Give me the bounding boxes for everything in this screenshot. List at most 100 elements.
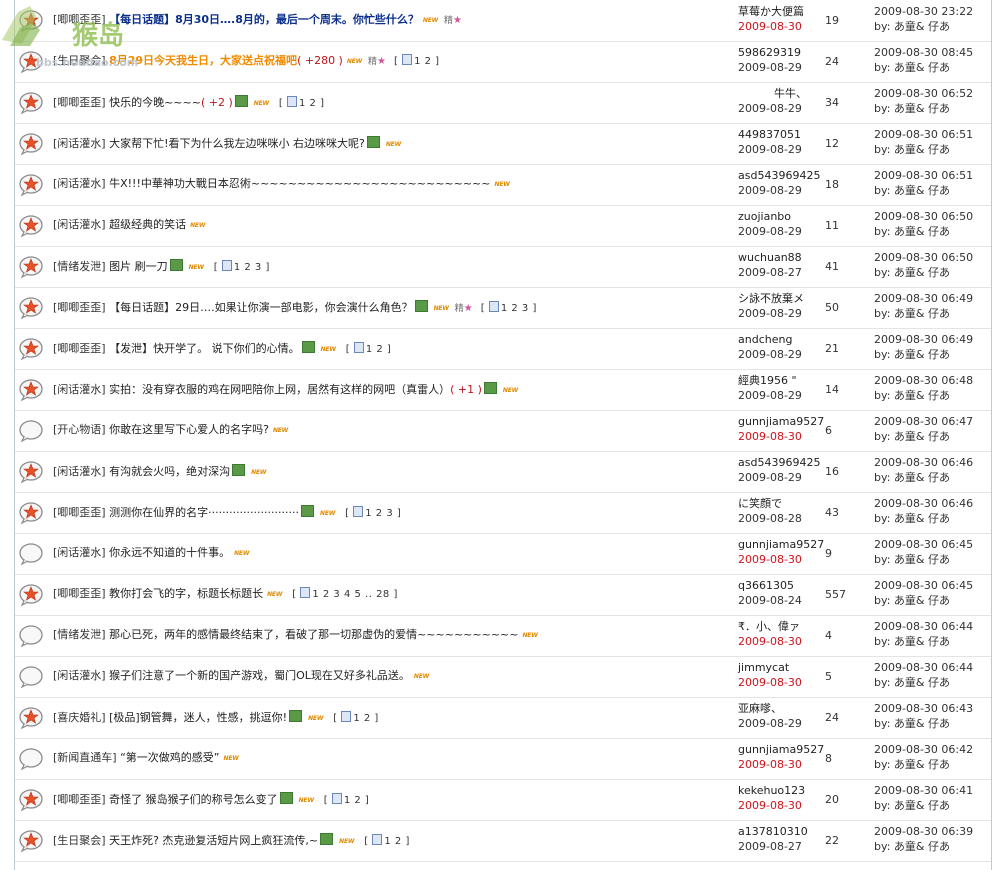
last-post[interactable]: 2009-08-30 06:41 by: あ童& 仔あ [874, 783, 973, 813]
thread-category-link[interactable]: [唧唧歪歪] [53, 96, 106, 109]
last-post-user[interactable]: by: あ童& 仔あ [874, 552, 973, 567]
author-name-link[interactable]: gunnjiama9527 [738, 414, 830, 429]
thread-row[interactable]: [闲话灌水] 超级经典的笑话 NEW zuojianbo 2009-08-29 11 20… [15, 205, 991, 247]
thread-pagination[interactable]: [ 1 2 3 ] [345, 506, 401, 519]
thread-subject-link[interactable]: “第一次做鸡的感受” [120, 751, 219, 764]
thread-row[interactable]: [唧唧歪歪] 【每日话题】8月30日….8月的，最后一个周末。你忙些什么？ NEW… [15, 0, 991, 42]
last-post-user[interactable]: by: あ童& 仔あ [874, 839, 973, 854]
last-post-user[interactable]: by: あ童& 仔あ [874, 265, 973, 280]
thread-row[interactable]: [新闻直通车] “第一次做鸡的感受” NEW gunnjiama9527 2009-0… [15, 738, 991, 780]
thread-subject-link[interactable]: 【每日话题】29日….如果让你演一部电影，你会演什么角色？ [109, 301, 413, 314]
thread-row[interactable]: [开心物语] 你敢在这里写下心爱人的名字吗? NEW gunnjiama9527 20… [15, 410, 991, 452]
thread-category-link[interactable]: [闲话灌水] [53, 383, 106, 396]
last-post-user[interactable]: by: あ童& 仔あ [874, 183, 973, 198]
thread-row[interactable]: [唧唧歪歪] 【每日话题】29日….如果让你演一部电影，你会演什么角色？ NEW 精… [15, 287, 991, 329]
thread-subject-link[interactable]: 奇怪了 猴岛猴子们的称号怎么变了 [109, 793, 278, 806]
last-post-user[interactable]: by: あ童& 仔あ [874, 593, 973, 608]
thread-subject-link[interactable]: 超级经典的笑话 [109, 218, 186, 231]
author-name-link[interactable]: ₹．小、偉ァ [738, 619, 830, 634]
page-links[interactable]: 1 2 [299, 98, 316, 109]
last-post-time[interactable]: 2009-08-30 06:49 [874, 291, 973, 306]
last-post[interactable]: 2009-08-30 06:51 by: あ童& 仔あ [874, 127, 973, 157]
thread-category-link[interactable]: [情绪发泄] [53, 260, 106, 273]
last-post-time[interactable]: 2009-08-30 06:46 [874, 455, 973, 470]
last-post[interactable]: 2009-08-30 06:51 by: あ童& 仔あ [874, 168, 973, 198]
last-post-user[interactable]: by: あ童& 仔あ [874, 101, 973, 116]
author-name-link[interactable]: zuojianbo [738, 209, 830, 224]
last-post-user[interactable]: by: あ童& 仔あ [874, 634, 973, 649]
last-post-time[interactable]: 2009-08-30 23:22 [874, 4, 973, 19]
last-post-user[interactable]: by: あ童& 仔あ [874, 716, 973, 731]
thread-row[interactable]: [唧唧歪歪] 快乐的今晚~~~~( +2 ) NEW[ 1 2 ] 牛牛、 2009-… [15, 82, 991, 124]
thread-category-link[interactable]: [闲话灌水] [53, 465, 106, 478]
thread-category-link[interactable]: [闲话灌水] [53, 546, 106, 559]
last-post-time[interactable]: 2009-08-30 06:44 [874, 660, 973, 675]
thread-category-link[interactable]: [唧唧歪歪] [53, 793, 106, 806]
last-post[interactable]: 2009-08-30 06:44 by: あ童& 仔あ [874, 660, 973, 690]
last-post[interactable]: 2009-08-30 06:39 by: あ童& 仔あ [874, 824, 973, 854]
author-name-link[interactable]: jimmycat [738, 660, 830, 675]
last-post-time[interactable]: 2009-08-30 06:51 [874, 127, 973, 142]
thread-row[interactable]: [喜庆婚礼] [极品]钢管舞，迷人，性感，挑逗你! NEW[ 1 2 ] 亚麻嗲、 2… [15, 697, 991, 739]
page-links[interactable]: 1 2 [366, 344, 383, 355]
last-post[interactable]: 2009-08-30 06:49 by: あ童& 仔あ [874, 332, 973, 362]
thread-row[interactable]: [闲话灌水] 猴子们注意了一个新的国产游戏，蜀门OL现在又好多礼品送。 NEW ji… [15, 656, 991, 698]
last-post-time[interactable]: 2009-08-30 06:39 [874, 824, 973, 839]
last-post[interactable]: 2009-08-30 06:50 by: あ童& 仔あ [874, 250, 973, 280]
thread-row[interactable]: [唧唧歪歪] 测测你在仙界的名字························… [15, 492, 991, 534]
last-post-user[interactable]: by: あ童& 仔あ [874, 388, 973, 403]
thread-row[interactable]: [闲话灌水] 有沟就会火吗，绝对深沟 NEW asd543969425 2009-08… [15, 451, 991, 493]
thread-subject-link[interactable]: 图片 刷一刀 [109, 260, 168, 273]
thread-subject-link[interactable]: 实拍：没有穿衣服的鸡在网吧陪你上网，居然有这样的网吧（真雷人） [109, 383, 450, 396]
last-post[interactable]: 2009-08-30 06:45 by: あ童& 仔あ [874, 537, 973, 567]
last-post-time[interactable]: 2009-08-30 06:45 [874, 578, 973, 593]
page-links[interactable]: 1 2 [353, 713, 370, 724]
thread-row[interactable]: [闲话灌水] 实拍：没有穿衣服的鸡在网吧陪你上网，居然有这样的网吧（真雷人）( … [15, 369, 991, 411]
last-post-user[interactable]: by: あ童& 仔あ [874, 511, 973, 526]
author-name-link[interactable]: kekehuo123 [738, 783, 830, 798]
thread-category-link[interactable]: [唧唧歪歪] [53, 506, 106, 519]
last-post[interactable]: 2009-08-30 06:43 by: あ童& 仔あ [874, 701, 973, 731]
last-post-user[interactable]: by: あ童& 仔あ [874, 142, 973, 157]
author-name-link[interactable]: gunnjiama9527 [738, 537, 830, 552]
thread-subject-link[interactable]: 猴子们注意了一个新的国产游戏，蜀门OL现在又好多礼品送。 [109, 669, 410, 682]
last-post-time[interactable]: 2009-08-30 06:44 [874, 619, 973, 634]
thread-row[interactable]: [生日聚会] 8月29日今天我生日，大家送点祝福吧( +280 ) NEW 精★[ … [15, 41, 991, 83]
last-post[interactable]: 2009-08-30 06:50 by: あ童& 仔あ [874, 209, 973, 239]
last-post-time[interactable]: 2009-08-30 06:50 [874, 209, 973, 224]
last-post-time[interactable]: 2009-08-30 06:42 [874, 742, 973, 757]
last-post-user[interactable]: by: あ童& 仔あ [874, 470, 973, 485]
thread-subject-link[interactable]: 你敢在这里写下心爱人的名字吗? [109, 423, 269, 436]
last-post-user[interactable]: by: あ童& 仔あ [874, 675, 973, 690]
thread-row[interactable]: [情绪发泄] 那心已死，两年的感情最终结束了，看破了那一切那虚伪的爱情~~~~~… [15, 615, 991, 657]
thread-pagination[interactable]: [ 1 2 ] [394, 54, 440, 67]
thread-pagination[interactable]: [ 1 2 3 ] [214, 260, 270, 273]
thread-pagination[interactable]: [ 1 2 3 ] [481, 301, 537, 314]
last-post[interactable]: 2009-08-30 06:42 by: あ童& 仔あ [874, 742, 973, 772]
last-post[interactable]: 2009-08-30 06:45 by: あ童& 仔あ [874, 578, 973, 608]
thread-pagination[interactable]: [ 1 2 ] [324, 793, 370, 806]
author-name-link[interactable]: に笑顔で [738, 496, 830, 511]
author-name-link[interactable]: asd543969425 [738, 168, 830, 183]
thread-pagination[interactable]: [ 1 2 ] [333, 711, 379, 724]
author-name-link[interactable]: 亚麻嗲、 [738, 701, 830, 716]
page-links[interactable]: 1 2 3 [234, 262, 262, 273]
thread-row[interactable]: [生日聚会] 天王炸死? 杰克逊复活短片网上疯狂流传,~ NEW [ 1 2 ] a1… [15, 820, 991, 862]
thread-row[interactable]: [闲话灌水] 牛X!!!中華神功大戰日本忍術~~~~~~~~~~~~~~~~~~… [15, 164, 991, 206]
last-post[interactable]: 2009-08-30 06:46 by: あ童& 仔あ [874, 455, 973, 485]
thread-row[interactable]: [闲话灌水] 你永远不知道的十件事。 NEW gunnjiama9527 2009-0… [15, 533, 991, 575]
thread-category-link[interactable]: [闲话灌水] [53, 218, 106, 231]
thread-category-link[interactable]: [闲话灌水] [53, 177, 106, 190]
thread-subject-link[interactable]: 那心已死，两年的感情最终结束了，看破了那一切那虚伪的爱情~~~~~~~~~~~ [109, 628, 518, 641]
thread-category-link[interactable]: [唧唧歪歪] [53, 342, 106, 355]
last-post-time[interactable]: 2009-08-30 06:50 [874, 250, 973, 265]
thread-row[interactable]: [唧唧歪歪] 奇怪了 猴岛猴子们的称号怎么变了 NEW [ 1 2 ] kekehuo… [15, 779, 991, 821]
author-name-link[interactable]: asd543969425 [738, 455, 830, 470]
thread-row[interactable]: [唧唧歪歪] 教你打会飞的字，标题长标题长 NEW [ 1 2 3 4 5 .. 2… [15, 574, 991, 616]
last-post-user[interactable]: by: あ童& 仔あ [874, 224, 973, 239]
author-name-link[interactable]: 草莓か大便篇 [738, 4, 830, 19]
page-links[interactable]: 1 2 3 4 5 .. 28 [312, 589, 389, 600]
author-name-link[interactable]: シ詠不放棄メ [738, 291, 830, 306]
thread-category-link[interactable]: [闲话灌水] [53, 669, 106, 682]
thread-category-link[interactable]: [唧唧歪歪] [53, 587, 106, 600]
